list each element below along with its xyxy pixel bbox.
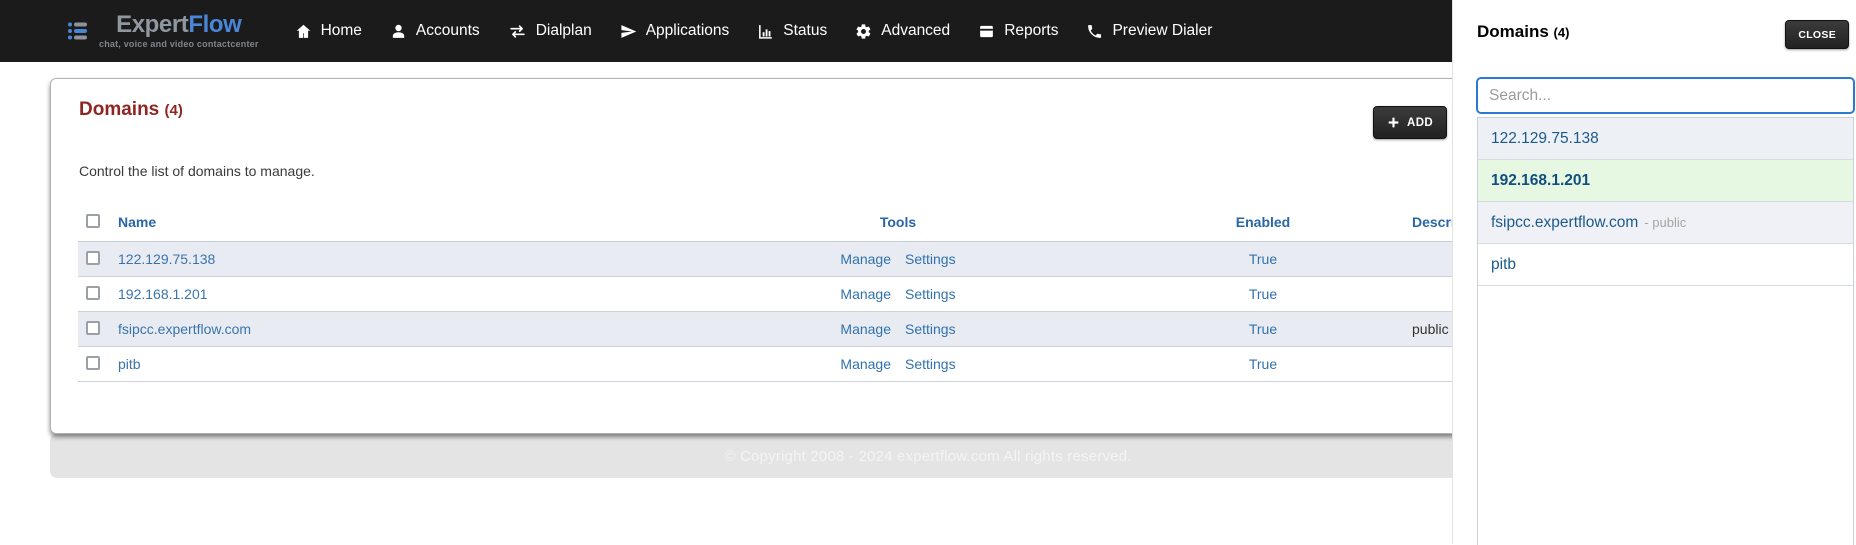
domain-search-input[interactable]: [1476, 77, 1855, 114]
main-nav: Home Accounts Dialplan Applications Stat…: [281, 0, 1227, 62]
nav-item-home[interactable]: Home: [281, 0, 376, 62]
domain-selector-panel: Domains (4) CLOSE 122.129.75.138 192.168…: [1452, 0, 1856, 545]
close-button[interactable]: CLOSE: [1785, 20, 1849, 49]
domain-label: 192.168.1.201: [1491, 171, 1591, 189]
domain-label: 122.129.75.138: [1491, 129, 1599, 147]
enabled-value: True: [1248, 356, 1278, 372]
domain-label: pitb: [1491, 255, 1516, 273]
paper-plane-icon: [621, 24, 636, 38]
manage-link[interactable]: Manage: [840, 286, 891, 302]
row-checkbox[interactable]: [86, 355, 100, 370]
nav-item-accounts[interactable]: Accounts: [376, 0, 494, 62]
row-checkbox[interactable]: [86, 285, 100, 300]
domain-list-item[interactable]: 192.168.1.201: [1478, 160, 1853, 202]
brand-logo[interactable]: ExpertFlow chat, voice and video contact…: [66, 13, 259, 49]
manage-link[interactable]: Manage: [840, 356, 891, 372]
copyright-text: © Copyright 2008 - 2024 expertflow.com A…: [724, 447, 1132, 465]
nav-item-preview-dialer[interactable]: Preview Dialer: [1072, 0, 1226, 62]
enabled-value: True: [1248, 251, 1278, 267]
brand-name: ExpertFlow: [116, 11, 242, 38]
brand-tagline: chat, voice and video contactcenter: [99, 39, 259, 49]
domain-list-item[interactable]: fsipcc.expertflow.com - public: [1478, 202, 1853, 244]
domain-list-item[interactable]: 122.129.75.138: [1478, 118, 1853, 160]
domain-suffix: - public: [1644, 215, 1687, 230]
settings-link[interactable]: Settings: [905, 356, 956, 372]
row-checkbox[interactable]: [86, 320, 100, 335]
plus-icon: [1388, 117, 1399, 128]
tools-cell: Manage Settings: [658, 356, 1138, 372]
column-header-name: Name: [118, 214, 157, 230]
manage-link[interactable]: Manage: [840, 321, 891, 337]
manage-link[interactable]: Manage: [840, 251, 891, 267]
nav-item-applications[interactable]: Applications: [606, 0, 744, 62]
settings-link[interactable]: Settings: [905, 251, 956, 267]
domain-name-link[interactable]: fsipcc.expertflow.com: [118, 321, 251, 337]
tools-cell: Manage Settings: [658, 321, 1138, 337]
gear-icon: [856, 23, 871, 39]
home-icon: [296, 24, 310, 38]
swap-arrows-icon: [509, 24, 525, 38]
nav-item-status[interactable]: Status: [743, 0, 841, 62]
settings-link[interactable]: Settings: [905, 321, 956, 337]
panel-title: Domains (4): [1477, 22, 1570, 41]
domain-list: 122.129.75.138 192.168.1.201 fsipcc.expe…: [1477, 117, 1854, 545]
nav-item-dialplan[interactable]: Dialplan: [494, 0, 606, 62]
tools-cell: Manage Settings: [658, 286, 1138, 302]
row-checkbox[interactable]: [86, 250, 100, 265]
add-button[interactable]: ADD: [1373, 106, 1448, 139]
nav-item-reports[interactable]: Reports: [964, 0, 1072, 62]
tools-cell: Manage Settings: [658, 251, 1138, 267]
brand-text: ExpertFlow chat, voice and video contact…: [99, 13, 259, 49]
settings-link[interactable]: Settings: [905, 286, 956, 302]
domain-label: fsipcc.expertflow.com: [1491, 213, 1639, 231]
enabled-value: True: [1248, 286, 1278, 302]
phone-icon: [1088, 24, 1102, 38]
bar-chart-icon: [759, 24, 773, 39]
page-title: Domains (4): [79, 99, 183, 120]
domain-name-link[interactable]: pitb: [118, 356, 141, 372]
select-all-checkbox[interactable]: [86, 213, 100, 228]
domain-name-link[interactable]: 122.129.75.138: [118, 251, 215, 267]
page-subtitle: Control the list of domains to manage.: [79, 163, 315, 179]
enabled-value: True: [1248, 321, 1278, 337]
brand-grid-icon: [68, 22, 87, 40]
archive-icon: [980, 25, 994, 37]
column-header-tools: Tools: [879, 214, 917, 230]
domain-name-link[interactable]: 192.168.1.201: [118, 286, 208, 302]
nav-item-advanced[interactable]: Advanced: [841, 0, 964, 62]
domain-list-item[interactable]: pitb: [1478, 244, 1853, 286]
user-icon: [392, 24, 405, 38]
column-header-enabled: Enabled: [1235, 214, 1291, 230]
